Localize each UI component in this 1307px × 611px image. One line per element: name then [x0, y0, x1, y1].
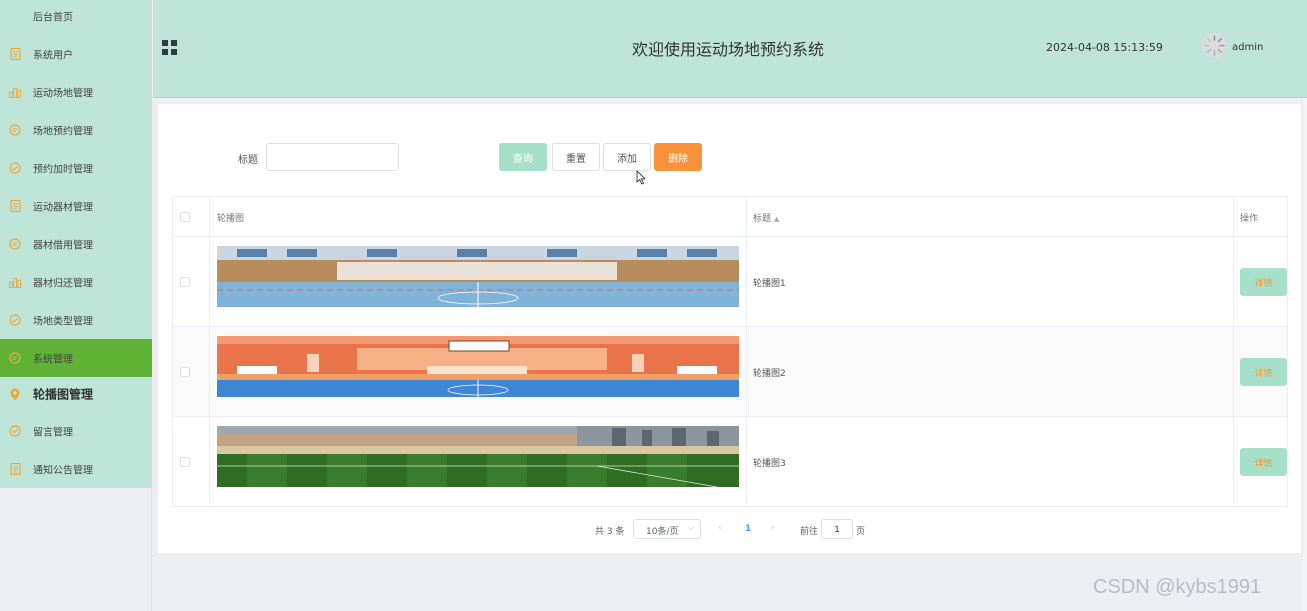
sidebar-item-label: 器材归还管理	[33, 278, 93, 290]
sidebar-item-message-management[interactable]: 留言管理	[0, 412, 152, 450]
detail-button[interactable]: 详情	[1240, 268, 1287, 296]
page-size-value: 10条/页	[646, 527, 679, 537]
column-header-title[interactable]: 标题 ▲	[753, 211, 779, 224]
sidebar-item-label: 器材借用管理	[33, 240, 93, 252]
column-divider	[746, 197, 747, 506]
check-circle-icon	[9, 314, 21, 326]
avatar[interactable]	[1202, 33, 1227, 58]
mouse-cursor-icon	[636, 170, 646, 185]
sidebar-item-equipment-management[interactable]: 运动器材管理	[0, 187, 152, 225]
row-checkbox[interactable]	[180, 277, 190, 287]
sidebar-item-label: 轮播图管理	[33, 387, 94, 402]
column-divider	[209, 197, 210, 506]
carousel-image-3[interactable]	[217, 426, 739, 487]
window-edge	[1303, 98, 1307, 611]
sidebar: 后台首页 系统用户 运动场地管理 场地预约管理 预约加时管理 运动器材管理 器材…	[0, 0, 152, 488]
sidebar-item-venue-types[interactable]: 场地类型管理	[0, 301, 152, 339]
sidebar-item-label: 系统管理	[33, 354, 73, 366]
check-circle-icon	[9, 425, 21, 437]
detail-button[interactable]: 详情	[1240, 448, 1287, 476]
sidebar-item-system-management[interactable]: 系统管理	[0, 339, 152, 377]
row-checkbox[interactable]	[180, 367, 190, 377]
current-datetime: 2024-04-08 15:13:59	[1046, 41, 1163, 54]
bar-chart-icon	[9, 276, 21, 288]
site-title: 欢迎使用运动场地预约系统	[632, 40, 825, 59]
doc-icon	[9, 48, 21, 60]
sidebar-item-carousel-management[interactable]: 轮播图管理	[0, 375, 152, 413]
pagination-total: 共 3 条	[595, 527, 625, 537]
sidebar-item-equipment-borrow[interactable]: 器材借用管理	[0, 225, 152, 263]
sidebar-item-label: 运动场地管理	[33, 88, 93, 100]
search-title-input[interactable]	[266, 143, 399, 171]
page-suffix-label: 页	[856, 527, 866, 537]
carousel-table: 轮播图 标题 ▲ 操作 轮播图1 详情 轮播图2 详情 轮播图3 详情	[172, 196, 1288, 507]
table-row: 轮播图1 详情	[173, 237, 1287, 327]
sidebar-item-label: 场地类型管理	[33, 316, 93, 328]
sidebar-item-label: 留言管理	[33, 427, 73, 439]
top-header: 欢迎使用运动场地预约系统 2024-04-08 15:13:59 admin	[153, 0, 1307, 98]
carousel-image-2[interactable]	[217, 336, 739, 397]
goto-label: 前往	[800, 527, 819, 537]
prev-page-icon[interactable]: ‹	[718, 523, 722, 533]
select-all-checkbox[interactable]	[180, 212, 190, 222]
row-title: 轮播图2	[753, 369, 786, 379]
chat-icon	[9, 238, 21, 250]
goto-page-input[interactable]	[821, 519, 853, 539]
sidebar-item-home[interactable]: 后台首页	[0, 0, 152, 35]
sidebar-item-label: 通知公告管理	[33, 465, 93, 477]
table-row: 轮播图3 详情	[173, 417, 1287, 507]
location-pin-icon	[9, 388, 21, 400]
sidebar-item-system-users[interactable]: 系统用户	[0, 35, 152, 73]
row-checkbox[interactable]	[180, 457, 190, 467]
username[interactable]: admin	[1232, 42, 1263, 53]
reset-button[interactable]: 重置	[552, 143, 600, 171]
sidebar-empty-area	[0, 488, 152, 611]
row-title: 轮播图1	[753, 279, 786, 289]
chevron-down-icon: ⌵	[687, 523, 694, 532]
sidebar-item-reservation-management[interactable]: 场地预约管理	[0, 111, 152, 149]
page-number-current[interactable]: 1	[745, 524, 751, 534]
query-button[interactable]: 查询	[499, 143, 547, 171]
sidebar-item-label: 后台首页	[33, 12, 73, 24]
sort-icon[interactable]: ▲	[774, 215, 779, 223]
menu-grid-icon[interactable]	[162, 40, 177, 55]
next-page-icon[interactable]: ›	[771, 523, 775, 533]
delete-button[interactable]: 删除	[654, 143, 702, 171]
sidebar-item-label: 系统用户	[33, 50, 73, 62]
sidebar-item-equipment-return[interactable]: 器材归还管理	[0, 263, 152, 301]
sidebar-item-label: 预约加时管理	[33, 164, 93, 176]
sidebar-item-venue-management[interactable]: 运动场地管理	[0, 73, 152, 111]
chat-icon	[9, 352, 21, 364]
sidebar-item-overtime-management[interactable]: 预约加时管理	[0, 149, 152, 187]
table-row: 轮播图2 详情	[173, 327, 1287, 417]
column-divider	[1233, 197, 1234, 506]
row-title: 轮播图3	[753, 459, 786, 469]
doc-icon	[9, 463, 21, 475]
carousel-image-1[interactable]	[217, 246, 739, 307]
watermark: CSDN @kybs1991	[1093, 576, 1262, 598]
detail-button[interactable]: 详情	[1240, 358, 1287, 386]
table-header-row: 轮播图 标题 ▲ 操作	[173, 197, 1287, 237]
pagination: 共 3 条 10条/页 ⌵ ‹ 1 › 前往 页	[158, 519, 1301, 541]
sidebar-item-label: 场地预约管理	[33, 126, 93, 138]
sidebar-item-notice-management[interactable]: 通知公告管理	[0, 450, 152, 488]
loading-spinner-icon	[1204, 35, 1225, 56]
sidebar-item-label: 运动器材管理	[33, 202, 93, 214]
column-header-image: 轮播图	[217, 214, 245, 224]
bar-chart-icon	[9, 86, 21, 98]
search-title-label: 标题	[238, 155, 258, 166]
main-content-card: 标题 查询 重置 添加 删除 轮播图 标题 ▲ 操作 轮播图1 详情 轮播图2 …	[158, 104, 1301, 553]
column-header-actions: 操作	[1240, 214, 1259, 224]
doc-icon	[9, 200, 21, 212]
page-size-select[interactable]: 10条/页 ⌵	[633, 519, 701, 539]
column-header-title-label: 标题	[753, 214, 772, 224]
add-button[interactable]: 添加	[603, 143, 651, 171]
chat-icon	[9, 124, 21, 136]
check-circle-icon	[9, 162, 21, 174]
